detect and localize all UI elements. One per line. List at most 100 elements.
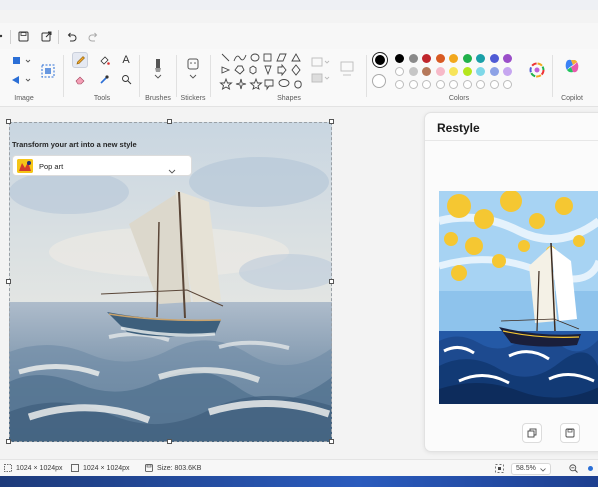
tools-group-label: Tools xyxy=(93,95,111,102)
ribbon-divider xyxy=(552,55,553,97)
color-swatch[interactable] xyxy=(408,67,418,76)
eraser-icon[interactable] xyxy=(72,71,88,87)
color-swatch[interactable] xyxy=(503,67,512,76)
restyle-title: Restyle xyxy=(437,121,480,135)
color-swatch[interactable] xyxy=(489,67,499,76)
color-swatch[interactable] xyxy=(462,54,472,63)
zoom-dropdown[interactable]: 58.5% xyxy=(511,463,551,475)
color-swatch[interactable] xyxy=(503,80,512,89)
chevron-down-icon xyxy=(168,162,176,180)
color-swatch[interactable] xyxy=(476,54,485,63)
color-swatch[interactable] xyxy=(503,54,512,63)
copy-icon xyxy=(527,428,537,438)
file-size-text: Size: 803.6KB xyxy=(157,464,202,472)
ribbon-divider xyxy=(63,55,64,97)
color-swatch[interactable] xyxy=(449,80,458,89)
secondary-color[interactable] xyxy=(372,74,386,88)
magnifier-icon[interactable] xyxy=(118,71,134,87)
shape-style-dropdown[interactable] xyxy=(310,55,332,91)
menu-button[interactable] xyxy=(0,27,10,45)
text-icon[interactable]: A xyxy=(118,52,134,68)
fit-to-window-icon[interactable] xyxy=(495,464,504,473)
color-swatch[interactable] xyxy=(395,67,404,76)
fill-icon[interactable] xyxy=(96,52,112,68)
disk-icon xyxy=(145,464,153,472)
resize-handle[interactable] xyxy=(167,439,172,444)
canvas-size-icon xyxy=(71,464,79,472)
resize-handle[interactable] xyxy=(329,279,334,284)
resize-handle[interactable] xyxy=(6,439,11,444)
color-swatch[interactable] xyxy=(435,67,445,76)
brush-icon[interactable] xyxy=(149,56,167,82)
color-swatch[interactable] xyxy=(408,80,418,89)
brushes-group-label: Brushes xyxy=(145,95,171,102)
save-icon[interactable] xyxy=(14,27,32,45)
sticker-icon[interactable] xyxy=(184,56,202,82)
resize-handle[interactable] xyxy=(329,439,334,444)
redo-icon[interactable] xyxy=(84,27,102,45)
color-swatch[interactable] xyxy=(435,80,445,89)
stickers-group-label: Stickers xyxy=(180,95,206,102)
color-swatch[interactable] xyxy=(476,67,485,76)
size-icon[interactable] xyxy=(338,59,356,81)
color-swatch[interactable] xyxy=(422,67,431,76)
quick-access-toolbar xyxy=(0,23,598,49)
zoom-value: 58.5% xyxy=(516,465,536,472)
resize-handle[interactable] xyxy=(329,119,334,124)
image-group: Image xyxy=(0,49,55,107)
color-swatch[interactable] xyxy=(489,54,499,63)
primary-color-swatch xyxy=(375,55,385,65)
color-swatch[interactable] xyxy=(449,54,458,63)
zoom-slider-thumb[interactable] xyxy=(588,466,593,471)
zoom-out-icon[interactable] xyxy=(569,464,578,473)
resize-handle[interactable] xyxy=(167,119,172,124)
color-swatch[interactable] xyxy=(395,80,404,89)
pop-art-preview xyxy=(439,191,598,404)
ribbon: Image A Tools Brushes Stickers Shapes Co… xyxy=(0,49,598,107)
copy-button[interactable] xyxy=(522,423,542,443)
canvas-size: 1024 × 1024px xyxy=(71,464,130,472)
shapes-gallery[interactable] xyxy=(216,51,304,95)
pencil-icon[interactable] xyxy=(72,52,88,68)
select-icon[interactable] xyxy=(40,63,56,79)
restyle-preview-image[interactable] xyxy=(439,191,598,404)
color-swatch[interactable] xyxy=(422,54,431,63)
save-copy-button[interactable] xyxy=(560,423,580,443)
color-swatch[interactable] xyxy=(395,54,404,63)
title-bar xyxy=(0,0,598,10)
canvas-size-text: 1024 × 1024px xyxy=(83,464,130,472)
toolbar-divider xyxy=(58,30,59,44)
tools-group: A Tools xyxy=(66,49,138,107)
primary-color[interactable] xyxy=(372,52,388,68)
color-picker-icon[interactable] xyxy=(96,71,112,87)
zoom-slider[interactable] xyxy=(588,466,593,471)
copilot-group-label: Copilot xyxy=(561,95,583,102)
color-swatch[interactable] xyxy=(435,54,445,63)
style-dropdown[interactable]: Pop art xyxy=(12,155,192,176)
undo-icon[interactable] xyxy=(62,27,80,45)
rotate-dropdown[interactable] xyxy=(10,73,32,87)
share-icon[interactable] xyxy=(37,27,55,45)
resize-handle[interactable] xyxy=(6,119,11,124)
toolbar-divider xyxy=(10,30,11,44)
color-swatch[interactable] xyxy=(462,67,472,76)
colors-group-label: Colors xyxy=(448,95,470,102)
copilot-icon[interactable] xyxy=(563,57,581,75)
copilot-group: Copilot xyxy=(555,49,589,107)
edit-colors-icon[interactable] xyxy=(528,61,546,79)
crop-dropdown[interactable] xyxy=(10,54,32,68)
ribbon-divider xyxy=(176,55,177,97)
resize-handle[interactable] xyxy=(6,279,11,284)
style-thumbnail xyxy=(17,159,33,173)
chevron-down-icon xyxy=(540,468,546,472)
taskbar xyxy=(0,476,598,487)
color-swatch[interactable] xyxy=(449,67,458,76)
color-swatch[interactable] xyxy=(422,80,431,89)
color-swatch[interactable] xyxy=(489,80,499,89)
color-swatch[interactable] xyxy=(408,54,418,63)
color-swatch[interactable] xyxy=(476,80,485,89)
ribbon-divider xyxy=(366,55,367,97)
color-swatch[interactable] xyxy=(462,80,472,89)
stickers-group: Stickers xyxy=(178,49,208,107)
style-dropdown-label: Pop art xyxy=(39,162,64,171)
